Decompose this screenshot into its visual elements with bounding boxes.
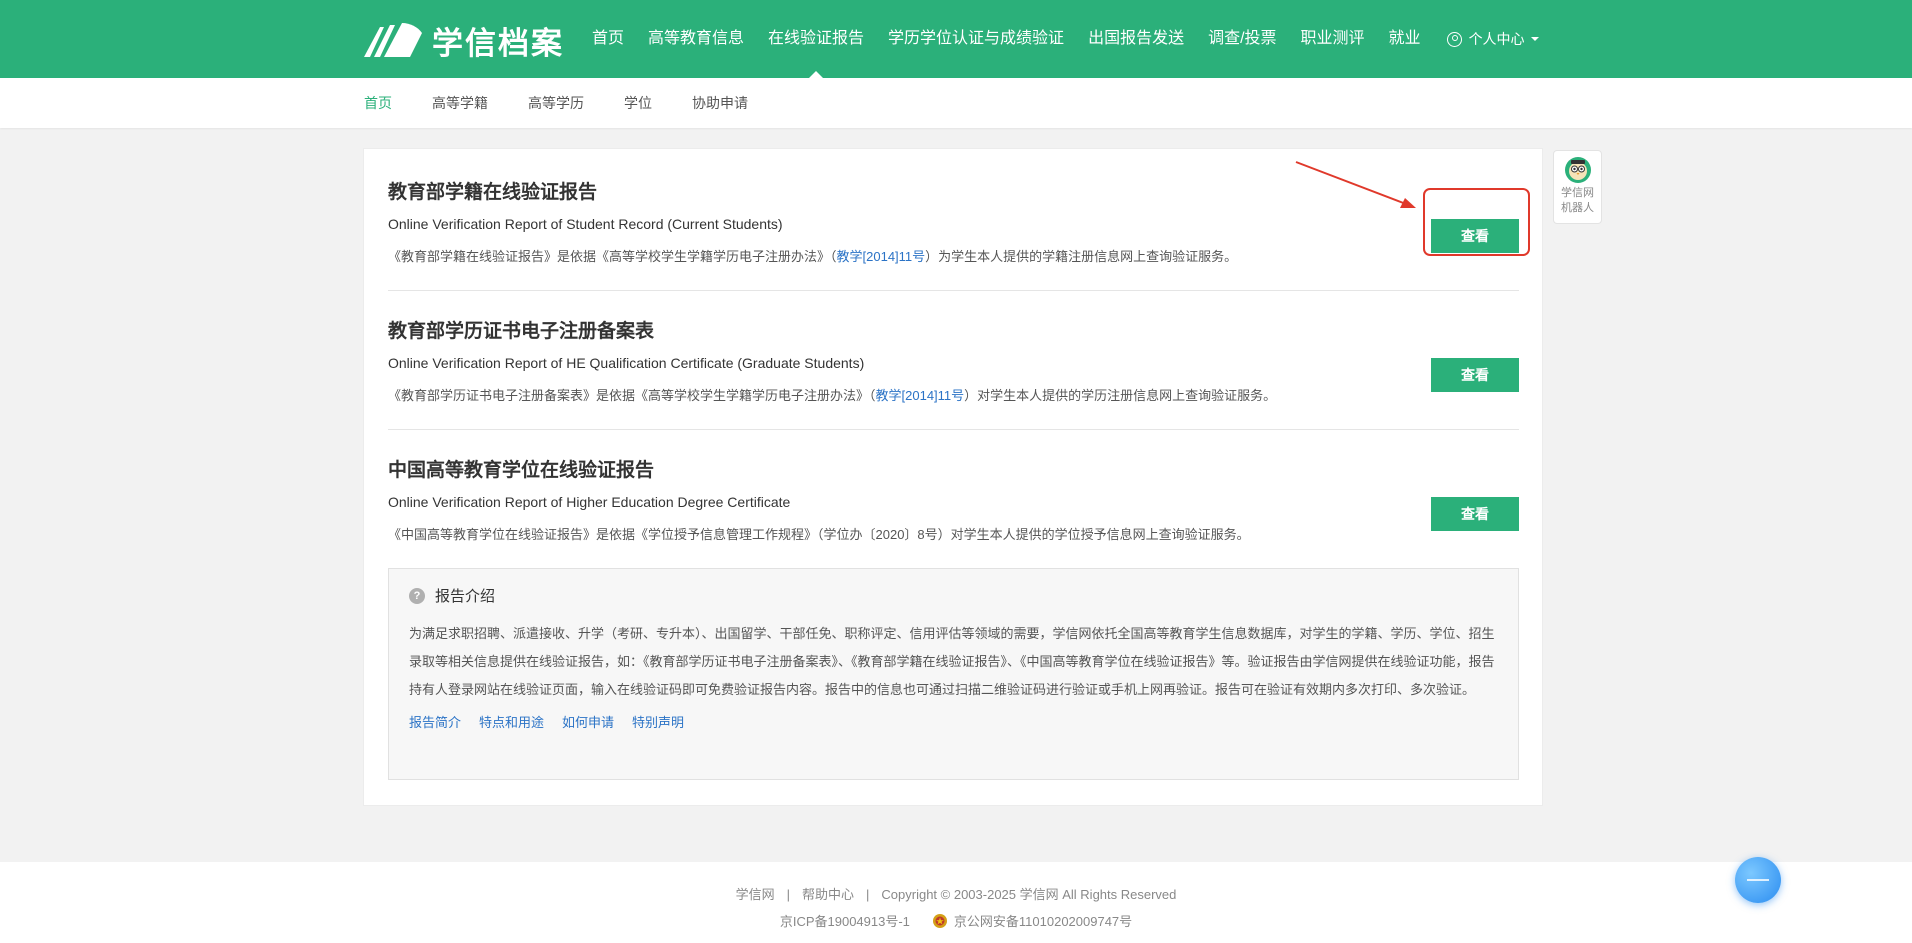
nav-home[interactable]: 首页 xyxy=(580,0,636,78)
robot-label-line2: 机器人 xyxy=(1561,202,1594,214)
footer-links: 学信网 | 帮助中心 | Copyright © 2003-2025 学信网 All R… xyxy=(0,884,1912,903)
user-center-label: 个人中心 xyxy=(1468,31,1525,47)
report-description-text: 《教育部学籍在线验证报告》是依据《高等学校学生学籍学历电子注册办法》（ xyxy=(388,249,837,264)
user-circle-icon xyxy=(1446,31,1462,47)
intro-header: ? 报告介绍 xyxy=(409,585,1498,606)
icp-link[interactable]: 京ICP备19004913号-1 xyxy=(780,911,910,930)
divider xyxy=(388,429,1519,430)
report-subtitle: Online Verification Report of Student Re… xyxy=(388,216,783,232)
view-qualification-button[interactable]: 查看 xyxy=(1431,358,1519,392)
footer-separator: | xyxy=(866,887,870,902)
subnav-assist-apply[interactable]: 协助申请 xyxy=(692,93,748,113)
divider xyxy=(388,290,1519,291)
nav-abroad-report[interactable]: 出国报告发送 xyxy=(1076,0,1196,78)
sub-nav: 首页 高等学籍 高等学历 学位 协助申请 xyxy=(0,78,1912,128)
nav-employment[interactable]: 就业 xyxy=(1377,0,1433,78)
footer-separator: | xyxy=(786,887,790,902)
report-subtitle: Online Verification Report of Higher Edu… xyxy=(388,494,791,510)
police-record-link[interactable]: 京公网安备11010202009747号 xyxy=(954,911,1132,930)
report-description-text: ）为学生本人提供的学籍注册信息网上查询验证服务。 xyxy=(925,249,1238,264)
nav-survey-vote[interactable]: 调查/投票 xyxy=(1196,0,1288,78)
report-description: 《中国高等教育学位在线验证报告》是依据《学位授予信息管理工作规程》（学位办〔20… xyxy=(388,524,1519,543)
report-item-qualification: 教育部学历证书电子注册备案表 Online Verification Repor… xyxy=(388,316,1519,430)
view-degree-button[interactable]: 查看 xyxy=(1431,497,1519,531)
question-circle-icon: ? xyxy=(409,587,425,604)
report-intro-panel: ? 报告介绍 为满足求职招聘、派遣接收、升学（考研、专升本）、出国留学、干部任免… xyxy=(388,568,1519,780)
regulation-link[interactable]: 教学[2014]11号 xyxy=(876,388,965,403)
report-item-student-record: 教育部学籍在线验证报告 Online Verification Report o… xyxy=(388,177,1519,291)
report-description-text: 《教育部学历证书电子注册备案表》是依据《高等学校学生学籍学历电子注册办法》（ xyxy=(388,388,876,403)
caret-down-icon xyxy=(1530,37,1539,41)
link-how-to-apply[interactable]: 如何申请 xyxy=(562,712,614,731)
user-center-menu[interactable]: 个人中心 xyxy=(1446,29,1539,49)
link-features-uses[interactable]: 特点和用途 xyxy=(479,712,544,731)
nav-degree-certification[interactable]: 学历学位认证与成绩验证 xyxy=(876,0,1076,78)
link-report-summary[interactable]: 报告简介 xyxy=(409,712,461,731)
footer-registration: 京ICP备19004913号-1 京公网安备11010202009747号 xyxy=(0,911,1912,930)
nav-online-verification-report[interactable]: 在线验证报告 xyxy=(756,0,876,78)
report-title: 教育部学历证书电子注册备案表 xyxy=(388,320,655,342)
report-title: 中国高等教育学位在线验证报告 xyxy=(388,459,655,481)
report-description-text: ）对学生本人提供的学历注册信息网上查询验证服务。 xyxy=(964,388,1277,403)
nav-higher-education-info[interactable]: 高等教育信息 xyxy=(636,0,756,78)
report-description: 《教育部学历证书电子注册备案表》是依据《高等学校学生学籍学历电子注册办法》（教学… xyxy=(388,385,1519,404)
report-description: 《教育部学籍在线验证报告》是依据《高等学校学生学籍学历电子注册办法》（教学[20… xyxy=(388,246,1519,265)
subnav-student-record[interactable]: 高等学籍 xyxy=(432,93,488,113)
regulation-link[interactable]: 教学[2014]11号 xyxy=(837,249,926,264)
report-title: 教育部学籍在线验证报告 xyxy=(388,181,598,203)
report-list-card: 教育部学籍在线验证报告 Online Verification Report o… xyxy=(363,148,1543,806)
police-badge-icon xyxy=(932,913,947,928)
report-item-degree: 中国高等教育学位在线验证报告 Online Verification Repor… xyxy=(388,455,1519,543)
subnav-qualification[interactable]: 高等学历 xyxy=(528,93,584,113)
subnav-degree[interactable]: 学位 xyxy=(624,93,652,113)
nav-career-assessment[interactable]: 职业测评 xyxy=(1289,0,1377,78)
intro-links: 报告简介 特点和用途 如何申请 特别声明 xyxy=(409,712,1498,731)
report-subtitle: Online Verification Report of HE Qualifi… xyxy=(388,355,865,371)
chat-bubble-icon[interactable] xyxy=(1735,857,1781,903)
intro-body: 为满足求职招聘、派遣接收、升学（考研、专升本）、出国留学、干部任免、职称评定、信… xyxy=(409,626,1495,697)
subnav-home[interactable]: 首页 xyxy=(364,93,392,113)
page-footer: 学信网 | 帮助中心 | Copyright © 2003-2025 学信网 All R… xyxy=(0,862,1912,943)
robot-owl-icon xyxy=(1564,157,1591,183)
footer-copyright: Copyright © 2003-2025 学信网 All Rights Res… xyxy=(881,887,1177,902)
footer-link-help[interactable]: 帮助中心 xyxy=(802,887,854,902)
logo-text: 学信档案 xyxy=(432,25,564,62)
intro-title: 报告介绍 xyxy=(435,588,496,605)
view-student-record-button[interactable]: 查看 xyxy=(1431,219,1519,253)
robot-assistant-widget[interactable]: 学信网 机器人 xyxy=(1553,150,1602,224)
top-header: 学信档案 首页 高等教育信息 在线验证报告 学历学位认证与成绩验证 出国报告发送… xyxy=(0,0,1912,78)
site-logo[interactable]: 学信档案 xyxy=(362,20,564,62)
footer-link-chsi[interactable]: 学信网 xyxy=(736,887,775,902)
robot-label-line1: 学信网 xyxy=(1561,187,1594,199)
link-special-statement[interactable]: 特别声明 xyxy=(632,712,684,731)
report-description-text: 《中国高等教育学位在线验证报告》是依据《学位授予信息管理工作规程》（学位办〔20… xyxy=(388,527,1250,542)
book-pages-logo-icon xyxy=(364,23,422,57)
main-nav: 首页 高等教育信息 在线验证报告 学历学位认证与成绩验证 出国报告发送 调查/投… xyxy=(580,0,1539,78)
